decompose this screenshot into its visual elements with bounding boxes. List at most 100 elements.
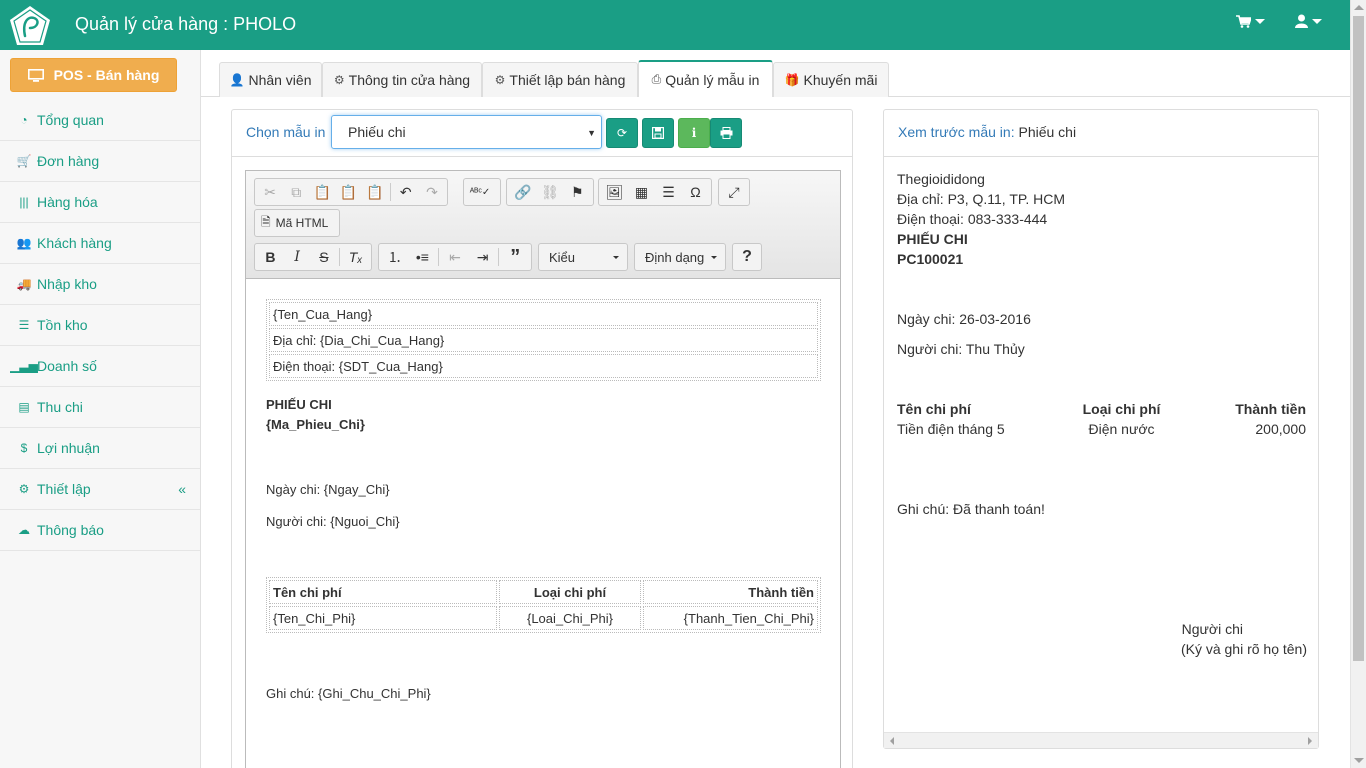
sidebar-item-khach-hang[interactable]: 👥 Khách hàng bbox=[0, 223, 200, 264]
chevron-down-icon bbox=[1312, 18, 1322, 24]
table-cell: Điện nước bbox=[1088, 421, 1155, 437]
scroll-down-arrow-icon[interactable] bbox=[1354, 758, 1364, 763]
store-address-cell: Địa chỉ: {Dia_Chi_Cua_Hang} bbox=[269, 328, 818, 352]
spellcheck-dropdown[interactable]: ᴬᴮᶜ✓ bbox=[463, 178, 501, 206]
sidebar-item-loi-nhuan[interactable]: $ Lợi nhuận bbox=[0, 428, 200, 469]
sidebar-item-label: Đơn hàng bbox=[37, 153, 100, 169]
image-icon[interactable]: 🖼 bbox=[601, 180, 628, 204]
sidebar-item-thong-bao[interactable]: ☁ Thông báo bbox=[0, 510, 200, 551]
redo-icon[interactable]: ↷ bbox=[419, 180, 445, 204]
tab-khuyen-mai[interactable]: 🎁 Khuyến mãi bbox=[773, 62, 889, 97]
bulleted-list-icon[interactable]: •≡ bbox=[409, 245, 437, 269]
table-cell: 200,000 bbox=[1255, 421, 1306, 437]
tab-nhan-vien[interactable]: 👤 Nhân viên bbox=[219, 62, 322, 97]
store-info-table: {Ten_Cua_Hang} Địa chỉ: {Dia_Chi_Cua_Han… bbox=[266, 299, 821, 381]
refresh-button[interactable]: ⟳ bbox=[606, 118, 638, 148]
source-html-button[interactable]: 🗎 Mã HTML bbox=[254, 209, 340, 237]
preview-panel-header: Xem trước mẫu in: Phiếu chi bbox=[884, 110, 1318, 157]
unlink-icon[interactable]: ⛓ bbox=[536, 180, 563, 204]
table-cell: Tiền điện tháng 5 bbox=[897, 421, 1005, 437]
sidebar-item-thu-chi[interactable]: ▤ Thu chi bbox=[0, 387, 200, 428]
toolbar-divider bbox=[339, 248, 341, 266]
gears-icon: ⚙ bbox=[18, 482, 30, 496]
horizontal-scrollbar[interactable] bbox=[884, 732, 1318, 748]
paste-word-icon[interactable]: 📋 bbox=[362, 180, 388, 204]
dashboard-icon: ◔ bbox=[20, 113, 28, 127]
preview-title: Xem trước mẫu in: Phiếu chi bbox=[898, 124, 1076, 140]
paste-icon[interactable]: 📋 bbox=[309, 180, 335, 204]
sidebar-item-label: Thiết lập bbox=[37, 481, 91, 497]
source-html-label: Mã HTML bbox=[275, 216, 329, 230]
outdent-icon[interactable]: ⇤ bbox=[441, 245, 469, 269]
sidebar-item-thiet-lap[interactable]: ⚙ Thiết lập « bbox=[0, 469, 200, 510]
help-button[interactable]: ? bbox=[732, 243, 762, 271]
tab-thiet-lap-ban-hang[interactable]: ⚙ Thiết lập bán hàng bbox=[482, 62, 638, 97]
table-icon[interactable]: ▦ bbox=[628, 180, 655, 204]
sidebar-item-tong-quan[interactable]: ◔ Tổng quan bbox=[0, 100, 200, 141]
italic-icon[interactable]: I bbox=[284, 245, 311, 269]
pholo-logo[interactable] bbox=[8, 4, 52, 48]
save-button[interactable] bbox=[642, 118, 674, 148]
special-char-icon[interactable]: Ω bbox=[682, 180, 709, 204]
pos-sale-button[interactable]: POS - Bán hàng bbox=[10, 58, 177, 92]
doc-code: {Ma_Phieu_Chi} bbox=[266, 417, 365, 432]
info-icon: i bbox=[691, 126, 697, 140]
editor-panel-header: Chọn mẫu in Phiếu chi ▼ ⟳ i bbox=[232, 110, 852, 157]
vertical-scrollbar[interactable] bbox=[1350, 0, 1366, 768]
sidebar-item-label: Lợi nhuận bbox=[37, 440, 100, 456]
scroll-right-arrow-icon[interactable] bbox=[1308, 737, 1312, 745]
link-icon[interactable]: 🔗 bbox=[509, 180, 536, 204]
cut-icon[interactable]: ✂ bbox=[257, 180, 283, 204]
remove-format-icon[interactable]: Tₓ bbox=[342, 245, 369, 269]
print-button[interactable] bbox=[710, 118, 742, 148]
sidebar-item-label: Hàng hóa bbox=[37, 194, 98, 210]
store-address: Địa chỉ: P3, Q.11, TP. HCM bbox=[897, 191, 1066, 207]
indent-icon[interactable]: ⇥ bbox=[469, 245, 497, 269]
list-icon: ☰ bbox=[18, 318, 30, 332]
toolbar-divider bbox=[438, 248, 440, 266]
preview-title-value: Phiếu chi bbox=[1018, 124, 1077, 140]
user-icon bbox=[1295, 14, 1308, 28]
editor-content[interactable]: {Ten_Cua_Hang} Địa chỉ: {Dia_Chi_Cua_Han… bbox=[246, 279, 840, 768]
sidebar-item-doanh-so[interactable]: ▁▃▅ Doanh số bbox=[0, 346, 200, 387]
scroll-up-arrow-icon[interactable] bbox=[1354, 5, 1364, 10]
sidebar-item-nhap-kho[interactable]: 🚚 Nhập kho bbox=[0, 264, 200, 305]
cart-icon: 🛒 bbox=[16, 154, 32, 168]
scroll-left-arrow-icon[interactable] bbox=[890, 737, 894, 745]
undo-icon[interactable]: ↶ bbox=[393, 180, 419, 204]
user-dropdown[interactable] bbox=[1295, 14, 1322, 28]
bold-icon[interactable]: B bbox=[257, 245, 284, 269]
sidebar-item-label: Nhập kho bbox=[37, 276, 97, 292]
toolbar-divider bbox=[498, 248, 500, 266]
store-phone-cell: Điện thoại: {SDT_Cua_Hang} bbox=[269, 354, 818, 378]
sidebar-item-label: Tổng quan bbox=[37, 112, 104, 128]
print-preview: Thegioididong Địa chỉ: P3, Q.11, TP. HCM… bbox=[897, 170, 1307, 659]
insert-group: 🖼 ▦ ☰ Ω bbox=[598, 178, 712, 206]
maximize-icon[interactable]: ⤢ bbox=[721, 180, 747, 204]
collapse-left-icon[interactable]: « bbox=[178, 481, 186, 497]
cloud-icon: ☁ bbox=[18, 523, 30, 537]
tab-quan-ly-mau-in[interactable]: ⎙ Quản lý mẫu in bbox=[638, 60, 773, 97]
numbered-list-icon[interactable]: ⒈ bbox=[381, 245, 409, 269]
blockquote-icon[interactable]: ” bbox=[501, 245, 529, 269]
strikethrough-icon[interactable]: S bbox=[311, 245, 338, 269]
expense-note: Ghi chú: {Ghi_Chu_Chi_Phi} bbox=[266, 686, 431, 701]
cart-icon bbox=[1236, 14, 1251, 28]
tab-thong-tin-cua-hang[interactable]: ⚙ Thông tin cửa hàng bbox=[322, 62, 482, 97]
template-select[interactable]: Phiếu chi ▼ bbox=[331, 115, 602, 149]
scrollbar-thumb[interactable] bbox=[1353, 16, 1364, 661]
horizontal-line-icon[interactable]: ☰ bbox=[655, 180, 682, 204]
spellcheck-icon: ᴬᴮᶜ✓ bbox=[469, 186, 491, 198]
sidebar-item-ton-kho[interactable]: ☰ Tồn kho bbox=[0, 305, 200, 346]
copy-icon[interactable]: ⧉ bbox=[283, 180, 309, 204]
format-dropdown[interactable]: Định dạng bbox=[634, 243, 726, 271]
anchor-flag-icon[interactable]: ⚑ bbox=[564, 180, 591, 204]
sidebar-item-hang-hoa[interactable]: ||| Hàng hóa bbox=[0, 182, 200, 223]
info-button[interactable]: i bbox=[678, 118, 710, 148]
expense-note: Ghi chú: Đã thanh toán! bbox=[897, 501, 1045, 517]
sidebar-item-don-hang[interactable]: 🛒 Đơn hàng bbox=[0, 141, 200, 182]
paste-text-icon[interactable]: 📋 bbox=[335, 180, 361, 204]
barcode-icon: ||| bbox=[19, 195, 29, 209]
style-dropdown[interactable]: Kiểu bbox=[538, 243, 628, 271]
cart-dropdown[interactable] bbox=[1236, 14, 1265, 28]
